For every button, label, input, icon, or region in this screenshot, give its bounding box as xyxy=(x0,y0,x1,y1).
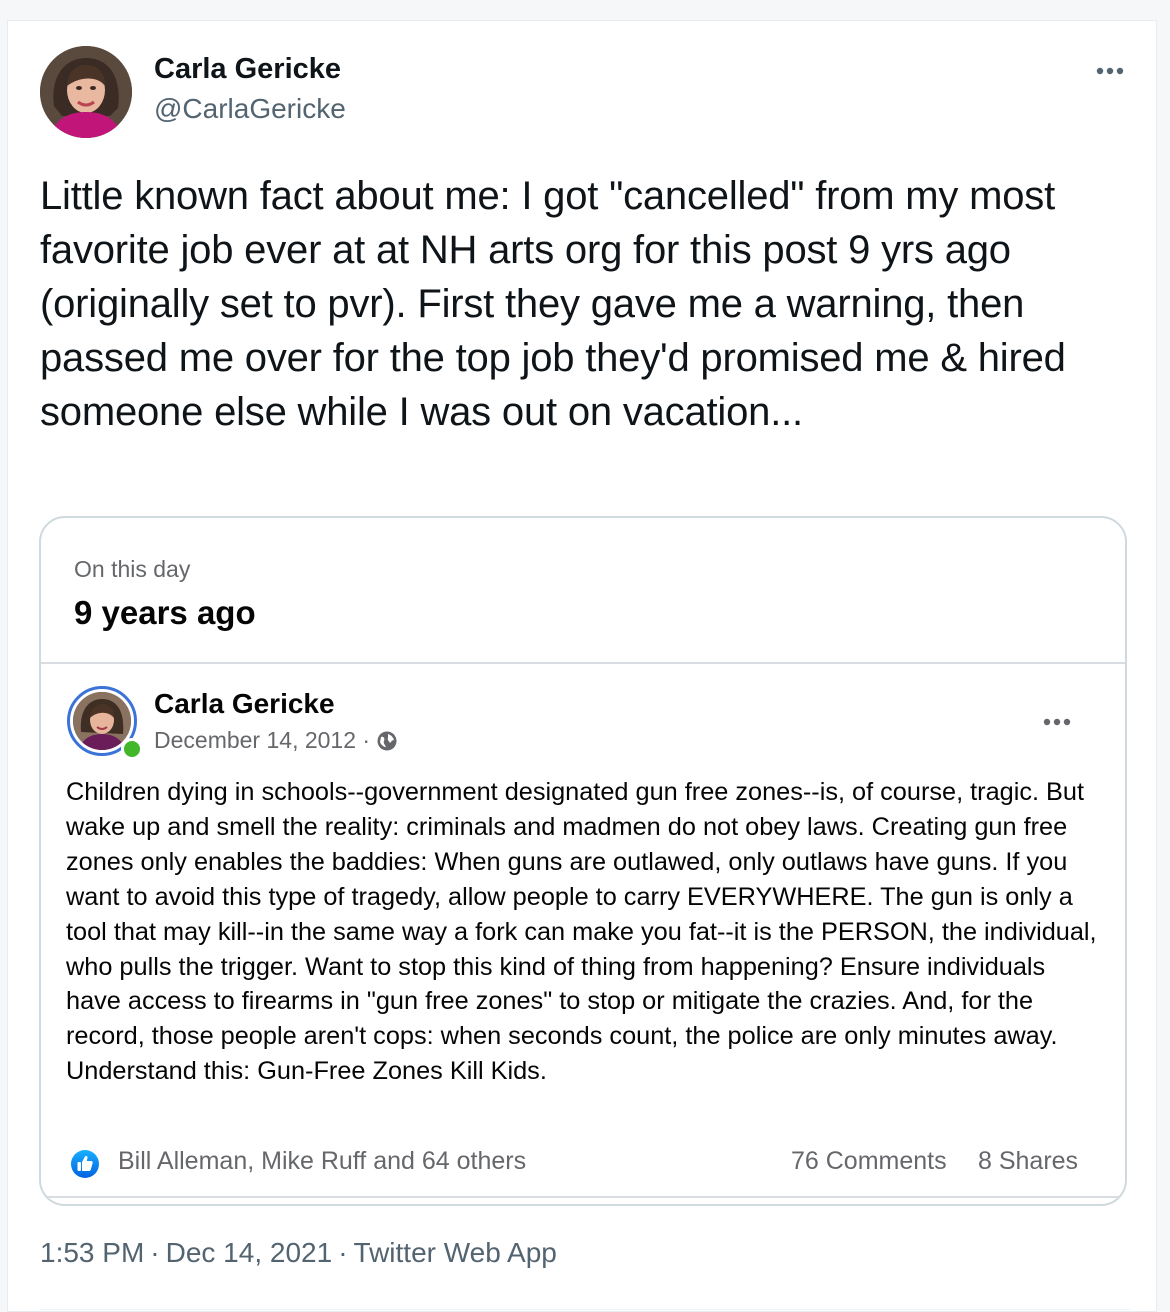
more-horizontal-icon[interactable] xyxy=(1090,59,1130,83)
shares-count[interactable]: 8 Shares xyxy=(978,1147,1078,1176)
tweet-metadata: 1:53 PM · Dec 14, 2021 · Twitter Web App xyxy=(40,1237,557,1269)
fb-post-date[interactable]: December 14, 2012 · xyxy=(154,727,370,754)
tweet-source[interactable]: Twitter Web App xyxy=(354,1237,557,1268)
author-avatar[interactable] xyxy=(40,46,132,138)
globe-icon xyxy=(376,730,398,752)
meta-separator: · xyxy=(150,1237,160,1268)
author-name[interactable]: Carla Gericke xyxy=(154,53,341,86)
quoted-post-card[interactable]: On this day 9 years ago Carla Gericke De… xyxy=(39,516,1127,1206)
comments-count[interactable]: 76 Comments xyxy=(791,1147,947,1176)
years-ago-label: 9 years ago xyxy=(74,594,256,631)
reactors-summary[interactable]: Bill Alleman, Mike Ruff and 64 others xyxy=(118,1147,526,1176)
meta-separator: · xyxy=(338,1237,348,1268)
like-icon xyxy=(70,1149,100,1179)
fb-more-horizontal-icon[interactable] xyxy=(1039,714,1075,730)
tweet-divider xyxy=(40,1309,1130,1310)
on-this-day-label: On this day xyxy=(74,556,191,582)
fb-post-meta: December 14, 2012 · xyxy=(154,727,398,754)
fb-post-footer: Bill Alleman, Mike Ruff and 64 others 76… xyxy=(66,1146,1096,1182)
card-divider xyxy=(41,1196,1125,1198)
online-status-dot xyxy=(121,738,143,760)
tweet-text: Little known fact about me: I got "cance… xyxy=(40,174,1066,434)
avatar-photo xyxy=(40,46,132,138)
fb-post-text: Children dying in schools--government de… xyxy=(66,778,1097,1086)
author-handle[interactable]: @CarlaGericke xyxy=(154,93,346,125)
fb-author-name[interactable]: Carla Gericke xyxy=(154,688,335,720)
tweet-card: Carla Gericke @CarlaGericke Little known… xyxy=(7,20,1157,1312)
tweet-date[interactable]: Dec 14, 2021 xyxy=(166,1237,333,1268)
tweet-time[interactable]: 1:53 PM xyxy=(40,1237,144,1268)
on-this-day-header: On this day 9 years ago xyxy=(41,518,1125,664)
